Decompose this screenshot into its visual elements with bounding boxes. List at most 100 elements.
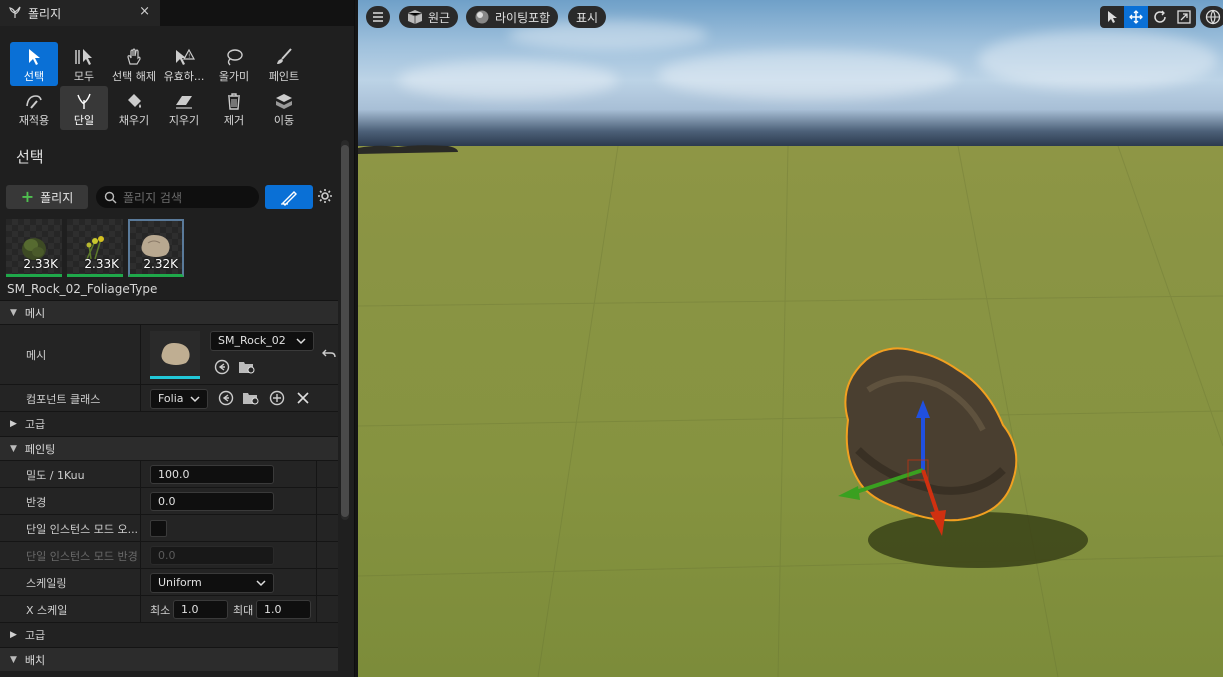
eraser-icon bbox=[176, 96, 192, 109]
move-box-icon bbox=[276, 94, 292, 109]
component-class-label: 컴포넌트 클래스 bbox=[26, 393, 101, 406]
single-instance-radius-row: 단일 인스턴스 모드 반경 0.0 bbox=[0, 541, 338, 568]
tab-bar: 폴리지 × bbox=[0, 0, 354, 26]
tool-label: 제거 bbox=[223, 114, 245, 127]
component-class-dropdown[interactable]: Folia bbox=[150, 389, 208, 409]
tool-label: 재적용 bbox=[18, 114, 50, 127]
tool-label: 모두 bbox=[73, 70, 95, 83]
tool-fill-button[interactable]: 채우기 bbox=[110, 86, 158, 130]
perspective-button[interactable]: 원근 bbox=[399, 6, 459, 28]
browse-back-icon[interactable] bbox=[214, 359, 230, 375]
selected-rock[interactable] bbox=[818, 330, 1118, 590]
tool-remove-button[interactable]: 제거 bbox=[210, 86, 258, 130]
lasso-icon bbox=[227, 49, 243, 66]
browse-back-icon[interactable] bbox=[218, 390, 234, 406]
add-foliage-button[interactable]: + 폴리지 bbox=[6, 185, 88, 209]
foliage-thumb-3[interactable]: 2.32K bbox=[128, 219, 184, 277]
category-mesh[interactable]: ▼ 메시 bbox=[0, 300, 338, 324]
radius-field[interactable]: 0.0 bbox=[150, 492, 274, 511]
select-mode-button[interactable] bbox=[1100, 6, 1124, 28]
clear-x-icon[interactable] bbox=[296, 390, 310, 406]
scale-icon bbox=[1177, 10, 1191, 24]
cursor-warning-icon: ! bbox=[176, 48, 195, 65]
gear-icon[interactable] bbox=[317, 188, 333, 207]
scaling-dropdown[interactable]: Uniform bbox=[150, 573, 274, 593]
tool-deselect-button[interactable]: 선택 해제 bbox=[110, 42, 158, 86]
translate-mode-button[interactable] bbox=[1124, 6, 1148, 28]
chevron-down-icon bbox=[190, 396, 200, 403]
tool-lasso-button[interactable]: 올가미 bbox=[210, 42, 258, 86]
view-mode-button[interactable]: 라이팅포함 bbox=[466, 6, 559, 28]
density-row: 밀도 / 1Kuu 100.0 bbox=[0, 460, 338, 487]
foliage-thumb-1[interactable]: 2.33K bbox=[6, 219, 62, 277]
edit-mode-button[interactable] bbox=[265, 185, 313, 209]
max-label: 최대 bbox=[233, 604, 254, 617]
foliage-toolbar: + 폴리지 폴리지 검색 bbox=[6, 185, 336, 209]
foliage-thumbnails: 2.33K 2.33K 2.32K bbox=[6, 219, 206, 277]
level-viewport[interactable]: 원근 라이팅포함 표시 bbox=[358, 0, 1223, 677]
single-instance-override-row: 단일 인스턴스 모드 오... bbox=[0, 514, 338, 541]
tool-move-button[interactable]: 이동 bbox=[260, 86, 308, 130]
world-local-button[interactable] bbox=[1200, 6, 1223, 28]
reapply-icon bbox=[26, 95, 42, 109]
advanced-painting-expander[interactable]: ▶ 고급 bbox=[0, 622, 338, 647]
category-label: 배치 bbox=[24, 653, 46, 667]
tool-reapply-button[interactable]: 재적용 bbox=[10, 86, 58, 130]
tool-erase-button[interactable]: 지우기 bbox=[160, 86, 208, 130]
reset-arrow-icon[interactable] bbox=[322, 347, 336, 361]
mesh-thumbnail[interactable] bbox=[150, 331, 200, 379]
tool-select-button[interactable]: 선택 bbox=[10, 42, 58, 86]
advanced-mesh-expander[interactable]: ▶ 고급 bbox=[0, 411, 338, 436]
mesh-asset-value: SM_Rock_02 bbox=[218, 334, 286, 347]
tool-all-button[interactable]: 모두 bbox=[60, 42, 108, 86]
row-divider bbox=[140, 488, 141, 514]
svg-text:!: ! bbox=[188, 53, 190, 60]
select-all-icon bbox=[75, 49, 92, 65]
rotate-mode-button[interactable] bbox=[1148, 6, 1172, 28]
browse-folder-icon[interactable] bbox=[242, 390, 260, 406]
foliage-thumb-2[interactable]: 2.33K bbox=[67, 219, 123, 277]
instance-count: 2.33K bbox=[84, 257, 119, 271]
viewport-menu-button[interactable] bbox=[366, 6, 390, 28]
tool-invalid-button[interactable]: ! 유효하... bbox=[160, 42, 208, 86]
category-painting[interactable]: ▼ 페인팅 bbox=[0, 436, 338, 460]
add-foliage-label: 폴리지 bbox=[40, 190, 74, 205]
density-label: 밀도 / 1Kuu bbox=[26, 469, 85, 482]
tool-paint-button[interactable]: 페인트 bbox=[260, 42, 308, 86]
cursor-icon bbox=[29, 49, 40, 65]
plus-icon: + bbox=[20, 186, 35, 206]
category-placement[interactable]: ▼ 배치 bbox=[0, 647, 338, 671]
x-scale-min-field[interactable]: 1.0 bbox=[173, 600, 228, 619]
tool-label: 유효하... bbox=[163, 70, 205, 83]
grass-icon bbox=[77, 93, 91, 109]
x-scale-label: X 스케일 bbox=[26, 604, 68, 617]
add-circle-icon[interactable] bbox=[269, 390, 285, 406]
foliage-icon bbox=[8, 5, 22, 22]
tab-foliage[interactable]: 폴리지 × bbox=[0, 0, 160, 26]
radius-label: 반경 bbox=[26, 496, 47, 509]
close-icon[interactable]: × bbox=[139, 4, 150, 19]
x-scale-max-field[interactable]: 1.0 bbox=[256, 600, 311, 619]
foliage-search-input[interactable]: 폴리지 검색 bbox=[96, 186, 259, 208]
mesh-asset-dropdown[interactable]: SM_Rock_02 bbox=[210, 331, 314, 351]
row-divider bbox=[316, 515, 317, 541]
x-scale-row: X 스케일 최소 1.0 최대 1.0 bbox=[0, 595, 338, 622]
cloud bbox=[978, 30, 1218, 90]
browse-folder-icon[interactable] bbox=[238, 359, 256, 375]
tool-label: 페인트 bbox=[268, 70, 300, 83]
expand-arrow-icon: ▶ bbox=[10, 630, 17, 640]
details-scrollbar-thumb[interactable] bbox=[341, 145, 349, 517]
density-field[interactable]: 100.0 bbox=[150, 465, 274, 484]
rock-icon bbox=[161, 343, 190, 365]
selected-asset-name: SM_Rock_02_FoliageType bbox=[7, 282, 158, 296]
tool-label: 올가미 bbox=[218, 70, 250, 83]
globe-icon bbox=[1205, 9, 1221, 25]
tool-single-button[interactable]: 단일 bbox=[60, 86, 108, 130]
show-button[interactable]: 표시 bbox=[568, 6, 607, 28]
single-instance-override-checkbox[interactable] bbox=[150, 520, 167, 537]
category-label: 페인팅 bbox=[24, 442, 56, 456]
single-instance-radius-label: 단일 인스턴스 모드 반경 bbox=[26, 550, 138, 563]
tool-label: 이동 bbox=[273, 114, 295, 127]
scale-mode-button[interactable] bbox=[1172, 6, 1196, 28]
move-arrows-icon bbox=[1129, 10, 1143, 24]
